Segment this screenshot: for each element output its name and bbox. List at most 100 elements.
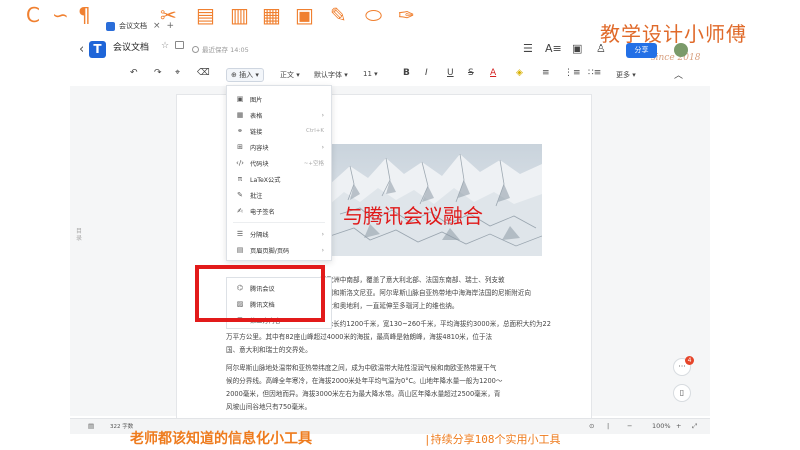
browser-tab[interactable]: 会议文档 × + — [106, 18, 186, 34]
avatar[interactable] — [674, 43, 688, 57]
menu-item-code-block[interactable]: ‹/› 代码块 ~+空格 — [227, 156, 331, 170]
body-line: 于欧洲中南部，覆盖了意大利北部、法国东南部、瑞士、列支敦 — [320, 276, 505, 284]
numbered-list-icon[interactable]: ⋮≡ — [564, 68, 581, 78]
menu-item-divider-line[interactable]: ☰ 分隔线 › — [227, 227, 331, 241]
menu-item-label: 链接 — [250, 128, 263, 136]
zoom-out-button[interactable]: − — [627, 422, 632, 430]
saved-check-icon — [192, 45, 199, 53]
font-family-select[interactable]: 默认字体 ▾ — [314, 70, 348, 80]
share-button[interactable]: 分享 — [626, 43, 657, 58]
formula-icon: π — [237, 175, 243, 183]
folder-icon[interactable] — [175, 41, 184, 49]
menu-item-table[interactable]: ▦ 表格 › — [227, 108, 331, 122]
tab-title: 会议文档 — [119, 22, 147, 30]
code-icon: ‹/› — [236, 159, 244, 167]
underline-button[interactable]: U — [447, 68, 454, 78]
comment-icon: ✎ — [237, 191, 243, 199]
menu-item-comment[interactable]: ✎ 批注 — [227, 188, 331, 202]
menu-item-label: 内容块 — [250, 144, 269, 152]
italic-button[interactable]: I — [425, 68, 428, 78]
shortcut-hint: ~+空格 — [303, 161, 324, 167]
body-line: 瑞士和奥地利，一直延伸至多瑙河上的维也纳。 — [320, 302, 459, 310]
zoom-level[interactable]: 100% — [652, 422, 671, 430]
body-line: 国、意大利和瑞士的交界处。 — [226, 346, 312, 354]
menu-item-label: 代码块 — [250, 160, 269, 168]
star-icon[interactable]: ☆ — [161, 41, 169, 51]
menu-item-link[interactable]: ⚭ 链接 Ctrl+K — [227, 124, 331, 138]
document-icon: ▤ — [196, 3, 215, 27]
align-icon[interactable]: ≡ — [542, 68, 550, 78]
menu-item-label: 分隔线 — [250, 231, 269, 239]
save-status-text: 最近保存 14:05 — [202, 46, 249, 54]
insert-button[interactable]: ⊕ 插入 ▾ — [226, 68, 264, 82]
scribble-icon: ¶ — [78, 3, 91, 27]
text-size-icon[interactable]: A≡ — [545, 42, 562, 55]
collapse-toolbar-icon[interactable]: ︿ — [674, 68, 683, 81]
new-tab-icon[interactable]: + — [167, 21, 175, 31]
body-line: 万平方公里。其中有82座山峰超过4000米的海拔，最高峰是勃朗峰，海拔4810米… — [226, 333, 493, 341]
undo-icon[interactable]: ↶ — [130, 68, 138, 78]
bullet-list-icon[interactable]: ∷≡ — [588, 68, 601, 78]
document-header: ‹ T 会议文档 ☆ 最近保存 14:05 ☰ A≡ ▣ ♙ 分享 — [70, 36, 710, 64]
outline-tab[interactable]: 目录 — [76, 228, 84, 242]
insert-menu: ▣ 图片 ▦ 表格 › ⚭ 链接 Ctrl+K ⊞ 内容块 › ‹/› 代码块 … — [226, 85, 332, 261]
menu-item-label: 图片 — [250, 96, 263, 104]
close-tab-icon[interactable]: × — [153, 21, 161, 31]
link-icon: ⚭ — [237, 127, 243, 135]
paragraph-style-select[interactable]: 正文 ▾ — [280, 70, 300, 80]
play-icon[interactable]: ⊙ — [589, 422, 594, 430]
menu-item-content-block[interactable]: ⊞ 内容块 › — [227, 140, 331, 154]
bold-button[interactable]: B — [403, 68, 410, 78]
ruler-icon: ▦ — [262, 3, 281, 27]
overlay-title: 与腾讯会议融合 — [343, 204, 483, 228]
back-button[interactable]: ‹ — [79, 42, 84, 57]
chevron-right-icon: › — [321, 111, 324, 119]
menu-item-image[interactable]: ▣ 图片 — [227, 92, 331, 106]
menu-item-header-footer[interactable]: ▤ 页眉页脚/页码 › — [227, 243, 331, 257]
menu-item-label: 电子签名 — [250, 208, 275, 216]
letter-c-icon: C — [26, 3, 40, 27]
strikethrough-button[interactable]: S — [468, 68, 474, 78]
eraser-icon: ⬭ — [365, 3, 383, 27]
book-icon: ▣ — [295, 3, 314, 27]
image-icon: ▣ — [236, 95, 244, 103]
mobile-view-button[interactable]: ▯ — [673, 384, 691, 402]
fit-page-icon[interactable]: ⤢ — [692, 422, 697, 431]
menu-item-label: 页眉页脚/页码 — [250, 247, 290, 255]
more-button[interactable]: 更多 ▾ — [616, 70, 636, 80]
paperclip-icon: ∽ — [52, 3, 69, 27]
body-line: 2000毫米，但因地而异。海拔3000米左右为最大降水带。高山区年降水量超过25… — [226, 390, 501, 398]
zoom-separator: | — [607, 422, 610, 430]
highlight-annotation-box — [195, 265, 325, 322]
body-line: 山脉长约1200千米，宽130~260千米，平均海拔约3000米，总面积大约为2… — [320, 320, 551, 328]
menu-item-label: 批注 — [250, 192, 263, 200]
menu-divider — [233, 222, 325, 223]
caption-subtitle: |持续分享108个实用小工具 — [424, 433, 561, 446]
block-icon: ⊞ — [237, 143, 243, 151]
redo-icon[interactable]: ↷ — [154, 68, 162, 78]
menu-item-label: 表格 — [250, 112, 263, 120]
pen-icon: ✑ — [398, 3, 415, 27]
caption-title: 老师都该知道的信息化小工具 — [130, 431, 312, 447]
format-painter-icon[interactable]: ⌖ — [175, 68, 180, 78]
collaborator-icon[interactable]: ♙ — [596, 42, 606, 55]
zoom-in-button[interactable]: + — [676, 422, 681, 430]
notification-badge: 4 — [685, 356, 694, 365]
body-line: 阿尔卑斯山脉地处温带和亚热带纬度之间，成为中欧温带大陆性湿润气候和南欧亚热带夏干… — [226, 364, 497, 372]
menu-item-label: LaTeX公式 — [250, 176, 281, 184]
font-size-select[interactable]: 11 ▾ — [363, 70, 378, 78]
outline-icon[interactable]: ▤ — [88, 422, 94, 430]
header-footer-icon: ▤ — [236, 246, 244, 254]
table-icon: ▦ — [236, 111, 244, 119]
menu-item-signature[interactable]: ✍ 电子签名 — [227, 204, 331, 218]
highlight-button[interactable]: ◈ — [516, 68, 523, 78]
menu-icon[interactable]: ☰ — [523, 42, 533, 55]
menu-item-latex[interactable]: π LaTeX公式 — [227, 172, 331, 186]
clear-format-icon[interactable]: ⌫ — [197, 68, 210, 78]
document-title[interactable]: 会议文档 — [113, 40, 149, 53]
font-color-button[interactable]: A — [490, 68, 496, 78]
body-line: 风坡山间谷地只有750毫米。 — [226, 403, 312, 411]
chevron-right-icon: › — [321, 230, 324, 238]
present-icon[interactable]: ▣ — [572, 42, 582, 55]
chevron-right-icon: › — [321, 143, 324, 151]
